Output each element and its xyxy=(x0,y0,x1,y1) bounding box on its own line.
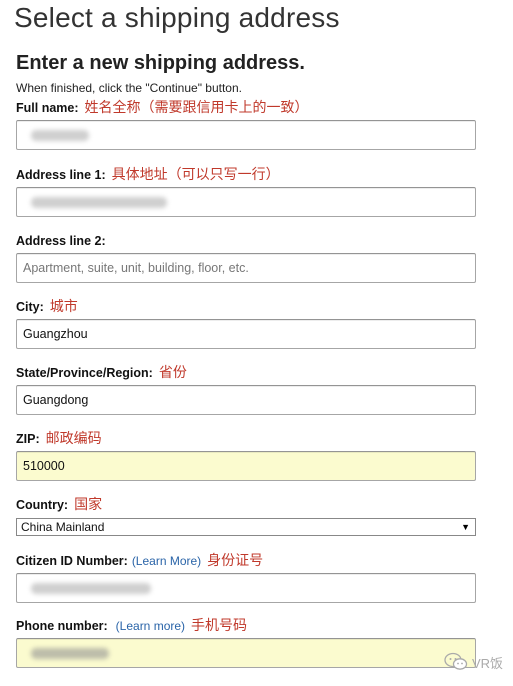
citizen-id-input[interactable] xyxy=(16,573,476,603)
state-input[interactable]: Guangdong xyxy=(16,385,476,415)
phone-field: Phone number: (Learn more) 手机号码 xyxy=(16,616,478,668)
state-label: State/Province/Region: xyxy=(16,366,153,380)
zip-label-row: ZIP: 邮政编码 xyxy=(16,429,478,449)
address-line1-annotation: 具体地址（可以只写一行） xyxy=(111,167,280,183)
watermark-text: VR饭 xyxy=(471,655,503,671)
city-value: Guangzhou xyxy=(23,327,88,341)
citizen-id-annotation: 身份证号 xyxy=(207,553,264,569)
country-field: Country: 国家 China Mainland ▼ xyxy=(16,495,478,536)
state-value: Guangdong xyxy=(23,393,89,407)
full-name-annotation: 姓名全称（需要跟信用卡上的一致） xyxy=(84,100,309,116)
form-instructions: When finished, click the "Continue" butt… xyxy=(16,81,242,95)
city-annotation: 城市 xyxy=(49,299,78,315)
full-name-label-row: Full name: 姓名全称（需要跟信用卡上的一致） xyxy=(16,98,478,118)
country-select[interactable]: China Mainland ▼ xyxy=(16,518,476,536)
address-line2-placeholder: Apartment, suite, unit, building, floor,… xyxy=(23,261,249,275)
zip-value: 510000 xyxy=(23,459,65,473)
page-title: Select a shipping address xyxy=(14,2,340,33)
wechat-icon xyxy=(444,652,468,670)
citizen-id-label: Citizen ID Number: xyxy=(16,554,128,568)
address-line2-label: Address line 2: xyxy=(16,234,106,248)
address-line2-label-row: Address line 2: xyxy=(16,231,478,251)
country-label-row: Country: 国家 xyxy=(16,495,478,515)
zip-annotation: 邮政编码 xyxy=(45,431,102,447)
redacted-blur xyxy=(31,648,109,659)
address-line1-input[interactable] xyxy=(16,187,476,217)
citizen-id-label-row: Citizen ID Number: (Learn More) 身份证号 xyxy=(16,551,478,571)
form-heading: Enter a new shipping address. xyxy=(16,52,305,74)
zip-input[interactable]: 510000 xyxy=(16,451,476,481)
phone-label: Phone number: xyxy=(16,619,108,633)
city-label: City: xyxy=(16,300,44,314)
full-name-input[interactable] xyxy=(16,120,476,150)
citizen-id-field: Citizen ID Number: (Learn More) 身份证号 xyxy=(16,551,478,603)
address-line2-field: Address line 2: Apartment, suite, unit, … xyxy=(16,231,478,283)
state-label-row: State/Province/Region: 省份 xyxy=(16,363,478,383)
country-annotation: 国家 xyxy=(74,497,103,513)
redacted-blur xyxy=(31,197,167,208)
phone-input[interactable] xyxy=(16,638,476,668)
zip-label: ZIP: xyxy=(16,432,40,446)
redacted-blur xyxy=(31,583,151,594)
address-line1-label-row: Address line 1: 具体地址（可以只写一行） xyxy=(16,165,478,185)
city-label-row: City: 城市 xyxy=(16,297,478,317)
state-annotation: 省份 xyxy=(158,365,187,381)
watermark: VR饭 xyxy=(444,652,503,672)
zip-field: ZIP: 邮政编码 510000 xyxy=(16,429,478,481)
dropdown-arrow-icon: ▼ xyxy=(461,522,470,532)
country-label: Country: xyxy=(16,498,69,512)
phone-learn-more-link[interactable]: (Learn more) xyxy=(116,619,185,633)
phone-label-row: Phone number: (Learn more) 手机号码 xyxy=(16,616,478,636)
address-line1-label: Address line 1: xyxy=(16,168,106,182)
address-line1-field: Address line 1: 具体地址（可以只写一行） xyxy=(16,165,478,217)
city-field: City: 城市 Guangzhou xyxy=(16,297,478,349)
redacted-blur xyxy=(31,130,89,141)
city-input[interactable]: Guangzhou xyxy=(16,319,476,349)
full-name-field: Full name: 姓名全称（需要跟信用卡上的一致） xyxy=(16,98,478,150)
full-name-label: Full name: xyxy=(16,101,79,115)
address-line2-input[interactable]: Apartment, suite, unit, building, floor,… xyxy=(16,253,476,283)
citizen-id-learn-more-link[interactable]: (Learn More) xyxy=(132,554,201,568)
phone-annotation: 手机号码 xyxy=(191,618,248,634)
state-field: State/Province/Region: 省份 Guangdong xyxy=(16,363,478,415)
country-selected-value: China Mainland xyxy=(21,520,105,534)
